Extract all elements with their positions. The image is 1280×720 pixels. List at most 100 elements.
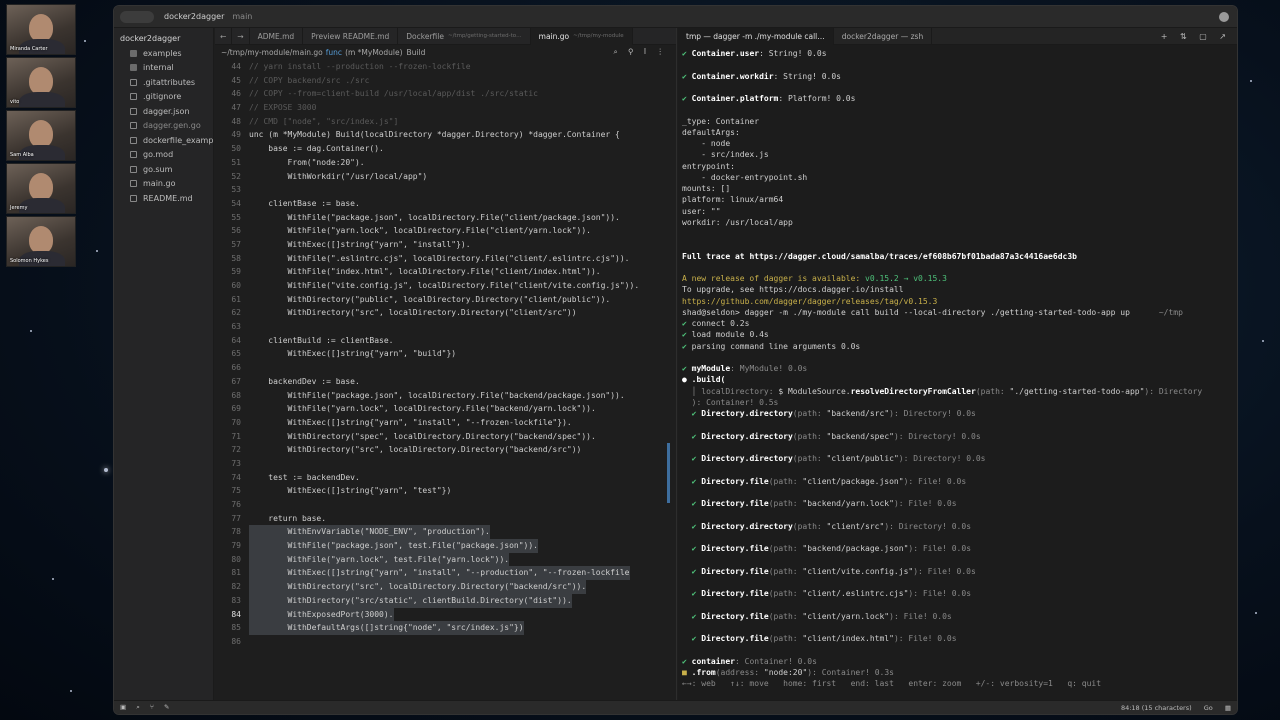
editor-tab[interactable]: Preview README.md — [303, 27, 399, 45]
line-number: 74 — [231, 472, 241, 482]
sidebar-item[interactable]: internal — [114, 61, 213, 76]
participant-tile[interactable]: Miranda Carter — [6, 4, 76, 55]
breadcrumb-path[interactable]: ~/tmp/my-module/main.go — [221, 48, 323, 57]
line-number: 63 — [231, 322, 241, 332]
sidebar-item[interactable]: examples — [114, 46, 213, 61]
terminal-segment: ✔ — [682, 364, 692, 373]
editor-scrollbar[interactable] — [667, 443, 670, 503]
project-root[interactable]: docker2dagger — [114, 28, 213, 46]
line-number: 44 — [231, 62, 241, 71]
edit-icon[interactable]: ✎ — [164, 703, 169, 711]
line-text: clientBuild := clientBase. — [249, 335, 394, 345]
project-name[interactable]: docker2dagger — [164, 12, 224, 21]
line-text: backendDev := base. — [249, 376, 360, 386]
line-number: 64 — [231, 335, 241, 345]
search-icon[interactable]: ⌕ — [136, 703, 140, 711]
line-text: WithExec([]string{"yarn", "install", "--… — [249, 566, 630, 581]
terminal-line: ✔ parsing command line arguments 0.0s — [682, 341, 1231, 352]
cursor-position[interactable]: 84:18 (15 characters) — [1121, 704, 1192, 712]
terminal-segment: ): Directory! 0.0s — [884, 521, 972, 531]
editor-tools[interactable]: ⌕ ⚲ I ⋮ — [613, 47, 668, 57]
language-mode[interactable]: Go — [1204, 704, 1213, 712]
terminal-segment: $ ModuleSource. — [778, 386, 851, 396]
terminal-line: ● .build( — [682, 374, 1231, 385]
terminal-segment: "client/vite.config.js" — [802, 566, 914, 576]
terminal-segment: "client/index.html" — [802, 634, 894, 643]
line-number: 67 — [231, 376, 241, 386]
terminal-segment: ✔ — [682, 589, 702, 598]
back-arrow-icon[interactable]: ← — [215, 27, 233, 45]
terminal-tab[interactable]: tmp — dagger -m ./my-module call… — [678, 27, 834, 45]
tab-label: Preview README.md — [311, 31, 390, 41]
code-area[interactable]: 44 // yarn install --production --frozen-… — [215, 60, 676, 700]
sidebar-item[interactable]: dockerfile_examp — [114, 133, 213, 148]
terminal-line: - src/index.js — [682, 149, 1231, 160]
terminal-line: ✔ Container.workdir: String! 0.0s — [682, 71, 1231, 82]
terminal-segment: directory — [749, 431, 793, 441]
panel-toggle-icon[interactable]: ▣ — [120, 703, 126, 711]
participant-tile[interactable]: Solomon Hykes — [6, 216, 76, 267]
terminal-segment: ): File! 0.0s — [908, 544, 972, 553]
code-line: 79 WithFile("package.json", test.File("p… — [215, 539, 676, 553]
layout-icon[interactable]: ▦ — [1225, 704, 1231, 712]
terminal-segment: "backend/spec" — [826, 431, 894, 441]
participant-tile[interactable]: Jeremy — [6, 163, 76, 214]
terminal-segment: : String! 0.0s — [759, 49, 827, 58]
code-line: 70 WithExec([]string{"yarn", "install", … — [215, 416, 676, 430]
terminal-tools[interactable]: + ⇅ ▢ ↗ — [1161, 32, 1231, 41]
terminal-segment: "backend/package.json" — [802, 544, 909, 553]
line-text: test := backendDev. — [249, 472, 360, 482]
terminal-segment: https://dagger.cloud/samalba/traces/ef60… — [749, 251, 1077, 261]
sidebar-item-label: dagger.gen.go — [143, 121, 201, 131]
sidebar-item[interactable]: dagger.json — [114, 104, 213, 119]
terminal-segment: Directory. — [701, 431, 750, 441]
editor-tab[interactable]: main.go ~/tmp/my-module — [530, 27, 633, 45]
terminal-segment: (path: — [792, 431, 827, 441]
code-line: 67 backendDev := base. — [215, 375, 676, 389]
terminal-segment: "client/src" — [826, 521, 885, 531]
participant-tile[interactable]: vito — [6, 57, 76, 108]
terminal-segment: ✔ — [682, 544, 702, 553]
editor-tab[interactable]: ADME.md — [250, 27, 304, 45]
git-icon[interactable]: ⑂ — [150, 703, 154, 711]
terminal-segment: _type: Container — [682, 116, 760, 126]
breadcrumb-keyword: func — [325, 47, 343, 57]
terminal-line: - docker-entrypoint.sh — [682, 172, 1231, 183]
editor-tab[interactable]: Dockerfile ~/tmp/getting-started-to… — [398, 27, 531, 45]
terminal-line: ✔ load module 0.4s — [682, 329, 1231, 340]
sidebar-item[interactable]: .gitignore — [114, 90, 213, 105]
window-controls[interactable] — [120, 10, 154, 23]
terminal-segment: Directory. — [701, 634, 750, 643]
forward-arrow-icon[interactable]: → — [232, 27, 250, 45]
terminal-segment: ): Directory! 0.0s — [893, 431, 981, 441]
terminal-tab[interactable]: docker2dagger — zsh — [834, 27, 933, 45]
code-line: 58 WithFile(".eslintrc.cjs", localDirect… — [215, 252, 676, 266]
sidebar-item[interactable]: .gitattributes — [114, 75, 213, 90]
terminal-segment: (path: — [768, 611, 803, 621]
code-line: 82 WithDirectory("src", localDirectory.D… — [215, 580, 676, 594]
terminal-segment: ✔ — [682, 341, 692, 351]
terminal-segment: (path: — [768, 634, 803, 643]
line-text: WithFile("yarn.lock", localDirectory.Fil… — [249, 226, 591, 236]
sidebar-item[interactable]: dagger.gen.go — [114, 119, 213, 134]
branch-name[interactable]: main — [232, 12, 252, 21]
line-text: unc (m *MyModule) Build(localDirectory *… — [249, 130, 620, 140]
sidebar-item[interactable]: main.go — [114, 177, 213, 192]
terminal-line: ✔ Directory.directory(path: "backend/src… — [682, 408, 1231, 419]
participant-tile[interactable]: Sam Alba — [6, 110, 76, 161]
user-avatar[interactable] — [1219, 11, 1229, 22]
sidebar-item[interactable]: go.mod — [114, 148, 213, 163]
sidebar-item[interactable]: go.sum — [114, 162, 213, 177]
editor-window: docker2dagger main docker2dagger example… — [113, 5, 1238, 715]
sidebar-item[interactable]: README.md — [114, 191, 213, 206]
terminal-segment: : Container! 0.0s — [735, 656, 817, 666]
terminal-line: https://github.com/dagger/dagger/release… — [682, 296, 1231, 307]
terminal-output[interactable]: ✔ Container.user: String! 0.0s ✔ Containe… — [682, 48, 1231, 700]
breadcrumb-function[interactable]: Build — [407, 48, 426, 57]
terminal-line: ✔ Directory.directory(path: "backend/spe… — [682, 431, 1231, 442]
